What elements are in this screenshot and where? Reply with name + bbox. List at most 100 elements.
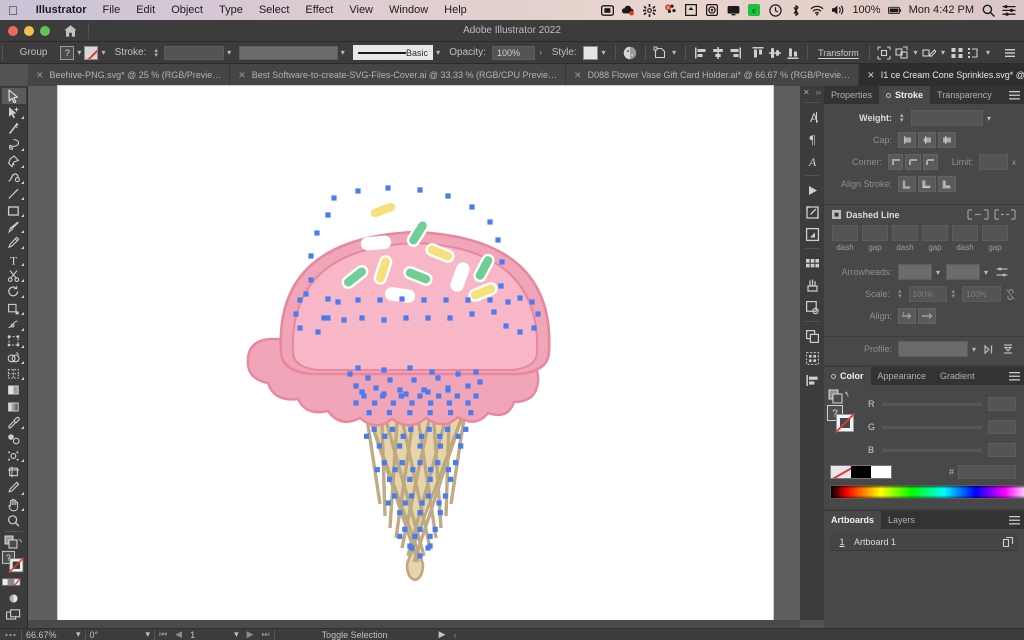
anchor-point[interactable] bbox=[386, 410, 393, 416]
align-dashes-exact-icon[interactable] bbox=[898, 308, 916, 324]
hex-input[interactable] bbox=[958, 465, 1016, 479]
anchor-point[interactable] bbox=[411, 377, 417, 383]
anchor-point[interactable] bbox=[382, 433, 388, 439]
line-segment-tool[interactable] bbox=[2, 186, 26, 202]
fill-stroke-indicator[interactable] bbox=[828, 389, 852, 405]
anchor-point[interactable] bbox=[373, 385, 379, 391]
anchor-point[interactable] bbox=[366, 410, 372, 416]
anchor-point[interactable] bbox=[425, 493, 432, 499]
anchor-point[interactable] bbox=[402, 526, 408, 532]
artboards-list[interactable]: 1 Artboard 1 bbox=[824, 529, 1024, 639]
align-bottom-icon[interactable] bbox=[785, 44, 800, 62]
artboard-number-field[interactable]: 1 bbox=[186, 629, 230, 640]
anchor-point[interactable] bbox=[355, 365, 361, 371]
tab-appearance[interactable]: Appearance bbox=[870, 367, 934, 385]
symbols-panel-icon[interactable] bbox=[801, 296, 823, 318]
anchor-point[interactable] bbox=[517, 329, 523, 335]
color-spectrum-ramp[interactable] bbox=[830, 485, 1024, 499]
anchor-point[interactable] bbox=[417, 393, 423, 399]
anchor-point[interactable] bbox=[469, 204, 475, 210]
anchor-point[interactable] bbox=[468, 410, 474, 416]
anchor-point[interactable] bbox=[402, 500, 408, 506]
anchor-point[interactable] bbox=[505, 299, 511, 305]
isolate-icon[interactable] bbox=[877, 44, 892, 62]
prev-artboard-icon[interactable]: ◀ bbox=[171, 629, 186, 640]
anchor-point[interactable] bbox=[381, 367, 387, 373]
anchor-point[interactable] bbox=[463, 426, 469, 432]
zoom-window-button[interactable] bbox=[40, 25, 50, 36]
white-swatch[interactable] bbox=[871, 466, 891, 478]
anchor-point[interactable] bbox=[372, 400, 378, 406]
profile-field[interactable] bbox=[898, 341, 968, 357]
anchor-point[interactable] bbox=[347, 371, 353, 377]
anchor-point[interactable] bbox=[427, 476, 433, 482]
paragraph-panel-icon[interactable]: ¶ bbox=[801, 128, 823, 150]
anchor-point[interactable] bbox=[447, 410, 454, 416]
artboard-tool[interactable] bbox=[2, 464, 26, 480]
stroke-weight-field[interactable] bbox=[164, 45, 224, 60]
rectangle-tool[interactable] bbox=[2, 202, 26, 218]
lasso-tool[interactable] bbox=[2, 137, 26, 153]
channel-slider-g[interactable] bbox=[882, 425, 982, 429]
limit-input[interactable] bbox=[979, 154, 1008, 170]
anchor-point[interactable] bbox=[381, 460, 388, 466]
drawing-mode-icon[interactable] bbox=[2, 591, 26, 607]
anchor-point[interactable] bbox=[303, 291, 309, 297]
weight-input[interactable] bbox=[911, 110, 983, 126]
reshape-caret[interactable]: ▾ bbox=[669, 48, 679, 57]
profile-caret-icon[interactable]: ▾ bbox=[968, 345, 980, 354]
scale-start-stepper[interactable]: ▴ ▾ bbox=[898, 288, 907, 300]
weight-stepper[interactable]: ▴ ▾ bbox=[900, 112, 909, 124]
anchor-point[interactable] bbox=[428, 467, 434, 473]
brush-definition-field[interactable]: Basic bbox=[353, 45, 434, 60]
anchor-point[interactable] bbox=[427, 410, 433, 416]
anchor-point[interactable] bbox=[447, 476, 454, 482]
wifi-icon[interactable] bbox=[810, 3, 824, 17]
horizontal-scrollbar[interactable] bbox=[28, 620, 800, 628]
display-icon[interactable] bbox=[726, 3, 740, 17]
anchor-point[interactable] bbox=[385, 185, 391, 191]
control-bar-grip[interactable] bbox=[2, 44, 11, 61]
anchor-point[interactable] bbox=[390, 400, 396, 406]
rotate-tool[interactable] bbox=[2, 284, 26, 300]
anchor-point[interactable] bbox=[399, 460, 405, 466]
anchor-point[interactable] bbox=[458, 443, 464, 449]
anchor-point[interactable] bbox=[432, 526, 438, 532]
anchor-point[interactable] bbox=[417, 460, 423, 466]
play-icon[interactable]: ▶ bbox=[435, 629, 450, 640]
anchor-point[interactable] bbox=[365, 375, 371, 381]
miter-join-icon[interactable] bbox=[888, 154, 904, 170]
anchor-point[interactable] bbox=[359, 315, 365, 321]
screen-mode-icon[interactable] bbox=[2, 607, 26, 623]
pen-tool[interactable] bbox=[2, 153, 26, 169]
anchor-point[interactable] bbox=[403, 315, 409, 321]
dropbox-icon[interactable] bbox=[684, 3, 698, 17]
channel-input-r[interactable] bbox=[988, 397, 1016, 411]
eyedropper-tool[interactable] bbox=[2, 415, 26, 431]
gear-icon[interactable] bbox=[642, 3, 656, 17]
quick-swatches[interactable] bbox=[830, 465, 892, 479]
anchor-point[interactable] bbox=[412, 533, 418, 539]
stroke-weight-caret[interactable]: ▾ bbox=[224, 48, 234, 57]
anchor-point[interactable] bbox=[297, 325, 303, 331]
close-tab-icon[interactable]: ✕ bbox=[238, 70, 246, 81]
canvas-area[interactable] bbox=[28, 86, 800, 620]
anchor-point[interactable] bbox=[380, 393, 386, 399]
anchor-point[interactable] bbox=[419, 500, 425, 506]
document-tab[interactable]: ✕ Best Software-to-create-SVG-Files-Cove… bbox=[230, 64, 567, 86]
close-tab-icon[interactable]: ✕ bbox=[36, 70, 44, 81]
dash-input-1[interactable] bbox=[832, 225, 858, 241]
anchor-point[interactable] bbox=[535, 311, 541, 317]
align-right-icon[interactable] bbox=[728, 44, 743, 62]
channel-slider-b[interactable] bbox=[882, 448, 982, 452]
anchor-point[interactable] bbox=[397, 533, 403, 539]
rotate-field[interactable]: 0° bbox=[86, 629, 142, 640]
arrange-icon[interactable] bbox=[966, 44, 981, 62]
zoom-caret-icon[interactable]: ▾ bbox=[72, 629, 85, 640]
type-tool[interactable]: T bbox=[2, 251, 26, 267]
stroke-dropdown-caret[interactable]: ▾ bbox=[98, 48, 108, 57]
anchor-point[interactable] bbox=[436, 500, 442, 506]
last-artboard-icon[interactable]: ⏭ bbox=[258, 629, 274, 640]
width-tool[interactable] bbox=[2, 317, 26, 333]
tab-color[interactable]: Color bbox=[824, 367, 871, 385]
